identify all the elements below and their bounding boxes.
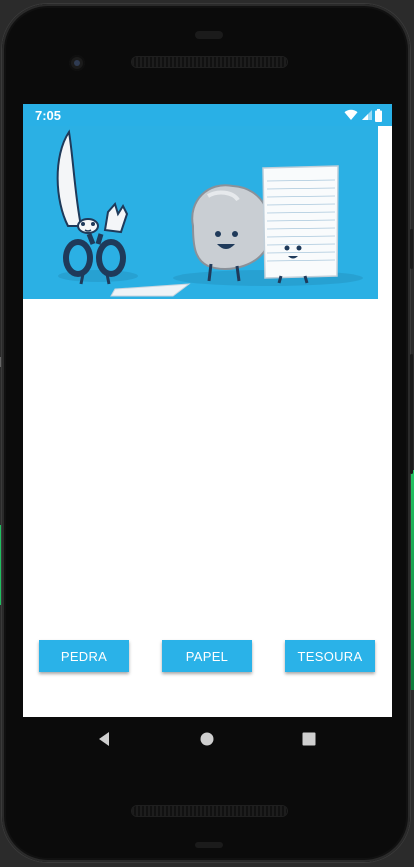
battery-icon [375,108,382,122]
recents-icon[interactable] [299,729,319,749]
rock-button[interactable]: PEDRA [39,640,129,672]
status-icons [344,108,382,122]
status-time: 7:05 [35,108,62,123]
bottom-sensor [195,842,223,848]
volume-button [410,354,413,474]
choice-buttons: PEDRA PAPEL TESOURA [23,640,392,672]
paper-button[interactable]: PAPEL [162,640,252,672]
system-navigation-bar [23,717,392,762]
scissors-button[interactable]: TESOURA [285,640,375,672]
scissors-character-icon [56,129,129,285]
paper-character-icon [262,165,339,284]
front-camera-icon [69,55,85,71]
power-button [410,229,413,269]
wifi-icon [344,109,358,120]
signal-icon [362,110,372,120]
earpiece-speaker [132,57,287,67]
status-bar: 7:05 [23,104,392,126]
hero-illustration [23,126,378,299]
back-icon[interactable] [95,729,115,749]
rock-paper-scissors-illustration [56,129,363,297]
bottom-speaker [132,806,287,816]
home-icon[interactable] [197,729,217,749]
top-sensor [195,31,223,39]
app-screen: 7:05 PEDRA PAPEL TESOURA [23,104,392,717]
rock-character-icon [191,184,272,282]
